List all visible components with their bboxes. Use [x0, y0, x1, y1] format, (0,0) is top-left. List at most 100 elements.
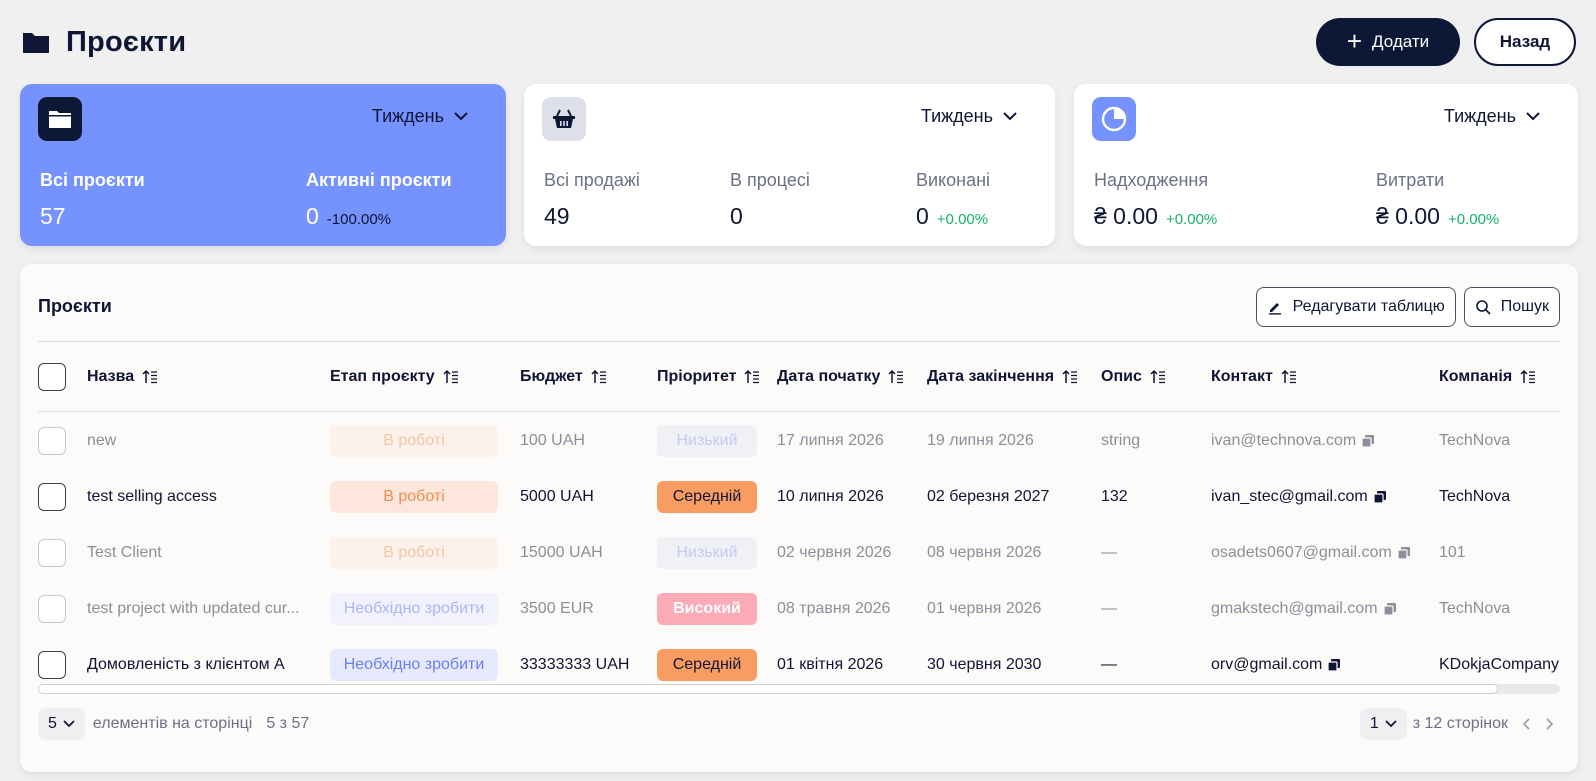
search-icon: [1475, 300, 1491, 315]
column-header-stage[interactable]: Етап проєкту: [330, 368, 459, 386]
period-label: Тиждень: [1443, 106, 1516, 126]
row-checkbox[interactable]: [38, 427, 66, 455]
column-header-name[interactable]: Назва: [87, 368, 158, 386]
cell-description: —: [1101, 544, 1117, 561]
panel-title: Проєкти: [38, 296, 112, 316]
cell-description: —: [1101, 656, 1117, 673]
metric-label: Всі проєкти: [40, 170, 145, 190]
back-button[interactable]: Назад: [1474, 18, 1576, 66]
cell-budget: 3500 EUR: [520, 600, 594, 617]
stage-badge: Необхідно зробити: [330, 649, 498, 681]
metric-value-row: 0 -100.00%: [306, 203, 452, 230]
page-value: 1: [1369, 715, 1379, 732]
column-label: Назва: [87, 367, 135, 385]
sales-stat-card: Тиждень Всі продажі 49 В процесі 0 Викон…: [524, 84, 1055, 246]
cell-end-date: 30 червня 2030: [927, 656, 1042, 673]
contact-email: orv@gmail.com: [1211, 656, 1323, 673]
cell-contact: ivan@technova.com: [1211, 432, 1376, 450]
column-header-start-date[interactable]: Дата початку: [777, 368, 904, 386]
contact-email: osadets0607@gmail.com: [1211, 544, 1392, 561]
projects-table: Назва Етап проєкту Бюджет Пріоритет Дата…: [38, 342, 1560, 682]
column-header-company[interactable]: Компанія: [1439, 368, 1536, 386]
metric-value-row: 57: [40, 203, 145, 230]
row-checkbox[interactable]: [38, 483, 66, 511]
cell-end-date: 01 червня 2026: [927, 600, 1042, 617]
title-wrap: Проєкти: [22, 26, 186, 59]
card-icon-box: [542, 97, 586, 141]
sort-icon: [1150, 369, 1165, 383]
metric-income: Надходження ₴ 0.00 +0.00%: [1094, 170, 1217, 230]
cell-company: TechNova: [1439, 432, 1511, 449]
cell-contact: gmakstech@gmail.com: [1211, 600, 1398, 618]
stage-badge: Необхідно зробити: [330, 593, 498, 625]
period-select[interactable]: Тиждень: [372, 106, 468, 127]
folder-icon: [23, 33, 49, 53]
chevron-left-icon: [1522, 718, 1530, 730]
header-actions: + Додати Назад: [1316, 18, 1576, 66]
cell-start-date: 01 квітня 2026: [777, 656, 884, 673]
horizontal-scrollbar[interactable]: [38, 684, 1560, 694]
add-button[interactable]: + Додати: [1316, 18, 1460, 66]
edit-table-button[interactable]: Редагувати таблицю: [1255, 287, 1456, 327]
priority-badge: Середній: [657, 649, 757, 681]
metric-in-progress: В процесі 0: [730, 170, 810, 230]
column-header-end-date[interactable]: Дата закінчення: [927, 368, 1078, 386]
table-row[interactable]: new В роботі 100 UAH Низький 17 липня 20…: [38, 413, 1560, 469]
projects-table-panel: Проєкти Редагувати таблицю Пошук Назва Е…: [20, 264, 1578, 772]
row-checkbox-cell: [38, 483, 66, 511]
table-row[interactable]: Test Client В роботі 15000 UAH Низький 0…: [38, 525, 1560, 581]
column-label: Компанія: [1439, 367, 1513, 385]
pie-chart-icon: [1101, 106, 1127, 132]
row-checkbox[interactable]: [38, 651, 66, 679]
delta-badge: +0.00%: [1447, 211, 1500, 228]
select-all-checkbox[interactable]: [38, 362, 66, 391]
cell-name: test selling access: [87, 488, 217, 505]
column-header-budget[interactable]: Бюджет: [520, 368, 607, 386]
metric-value: 0: [306, 203, 319, 229]
row-checkbox[interactable]: [38, 595, 66, 623]
copy-icon[interactable]: [1382, 601, 1398, 617]
next-page-button[interactable]: [1540, 714, 1560, 734]
prev-page-button[interactable]: [1516, 714, 1536, 734]
per-page-select[interactable]: 5: [38, 708, 85, 740]
sort-icon: [888, 369, 904, 383]
cell-contact: osadets0607@gmail.com: [1211, 544, 1412, 562]
column-label: Дата закінчення: [927, 367, 1055, 385]
column-label: Бюджет: [520, 367, 583, 385]
metric-label: Виконані: [916, 170, 991, 190]
cell-budget: 15000 UAH: [520, 544, 603, 561]
period-label: Тиждень: [371, 106, 444, 126]
row-checkbox-cell: [38, 427, 66, 455]
page-select[interactable]: 1: [1359, 708, 1407, 740]
pagination-footer: 5 елементів на сторінці 5 з 57 1 з 12 ст…: [38, 707, 1560, 741]
folder-icon: [49, 111, 71, 128]
column-header-contact[interactable]: Контакт: [1211, 368, 1297, 386]
copy-icon[interactable]: [1372, 489, 1388, 505]
search-button[interactable]: Пошук: [1463, 287, 1560, 327]
column-header-description[interactable]: Опис: [1101, 368, 1166, 386]
period-select[interactable]: Тиждень: [1444, 106, 1540, 127]
table-row[interactable]: Домовленість з клієнтом А Необхідно зроб…: [38, 637, 1560, 682]
copy-icon[interactable]: [1360, 433, 1376, 449]
column-label: Опис: [1101, 367, 1142, 385]
delta-badge: +0.00%: [936, 211, 989, 228]
plus-icon: +: [1346, 25, 1363, 56]
basket-icon: [553, 109, 575, 128]
scrollbar-thumb[interactable]: [38, 684, 1498, 694]
table-row[interactable]: test selling access В роботі 5000 UAH Се…: [38, 469, 1560, 525]
finance-stat-card: Тиждень Надходження ₴ 0.00 +0.00% Витрат…: [1074, 84, 1578, 246]
cell-description: 132: [1101, 488, 1128, 505]
copy-icon[interactable]: [1326, 657, 1342, 673]
pages-label: з 12 сторінок: [1412, 715, 1508, 732]
period-select[interactable]: Тиждень: [921, 106, 1017, 127]
copy-icon[interactable]: [1396, 545, 1412, 561]
sort-icon: [1062, 369, 1078, 383]
table-row[interactable]: test project with updated cur... Необхід…: [38, 581, 1560, 637]
cell-start-date: 08 травня 2026: [777, 600, 891, 617]
select-all-cell: [38, 362, 66, 391]
metric-value: 0: [730, 203, 743, 229]
cell-description: string: [1101, 432, 1141, 449]
column-header-priority[interactable]: Пріоритет: [657, 368, 760, 386]
row-checkbox[interactable]: [38, 539, 66, 567]
cell-end-date: 19 липня 2026: [927, 432, 1034, 449]
